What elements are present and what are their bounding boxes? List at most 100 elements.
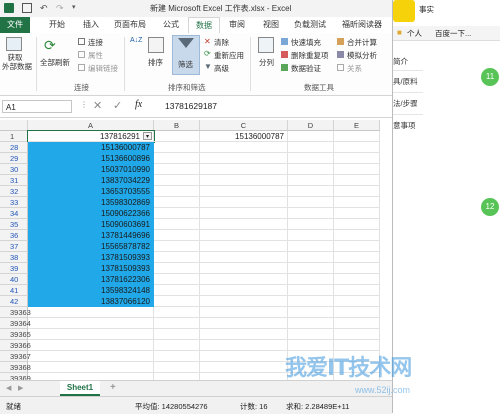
- cell[interactable]: [288, 186, 334, 197]
- cell[interactable]: [28, 362, 154, 373]
- cell[interactable]: [288, 230, 334, 241]
- cell[interactable]: [154, 340, 200, 351]
- row-header[interactable]: 39364: [0, 318, 31, 329]
- row-header[interactable]: 41: [0, 285, 28, 296]
- tab-page-layout[interactable]: 页面布局: [108, 17, 152, 33]
- enter-check-icon[interactable]: ✓: [113, 99, 122, 112]
- edit-links-button[interactable]: 编辑链接: [88, 63, 118, 74]
- cell[interactable]: [154, 263, 200, 274]
- cell-selected[interactable]: 15565878782: [28, 241, 154, 252]
- cell[interactable]: [154, 131, 200, 142]
- cell[interactable]: [334, 186, 380, 197]
- cell[interactable]: [334, 241, 380, 252]
- cell[interactable]: [154, 373, 200, 380]
- cell[interactable]: [200, 296, 288, 307]
- tab-formulas[interactable]: 公式: [156, 17, 186, 33]
- column-header-a[interactable]: A: [28, 120, 154, 131]
- cell[interactable]: [288, 142, 334, 153]
- row-header[interactable]: 39366: [0, 340, 31, 351]
- cell[interactable]: [288, 208, 334, 219]
- row-header[interactable]: 39368: [0, 362, 31, 373]
- cell-selected[interactable]: 13837066120: [28, 296, 154, 307]
- row-header[interactable]: 33: [0, 197, 28, 208]
- flash-fill-button[interactable]: 快速填充: [291, 37, 321, 48]
- tab-load-test[interactable]: 负载测试: [288, 17, 332, 33]
- cell[interactable]: [200, 142, 288, 153]
- worksheet-grid[interactable]: A B C D E 1 137816291 ▾ 15136000787 28 151360…: [0, 120, 392, 380]
- cancel-icon[interactable]: ✕: [93, 99, 102, 112]
- cell[interactable]: [154, 197, 200, 208]
- reapply-button[interactable]: 重新应用: [214, 50, 244, 61]
- clear-button[interactable]: 清除: [214, 37, 229, 48]
- remove-duplicates-button[interactable]: 删除重复项: [291, 50, 329, 61]
- cell[interactable]: [334, 252, 380, 263]
- cell-selected[interactable]: 13781449696: [28, 230, 154, 241]
- row-header[interactable]: 39369: [0, 373, 31, 380]
- insert-function-icon[interactable]: fx: [135, 99, 142, 110]
- cell[interactable]: [288, 318, 334, 329]
- formula-input[interactable]: 13781629187: [165, 101, 217, 111]
- save-icon[interactable]: [22, 3, 32, 13]
- cell[interactable]: [200, 307, 288, 318]
- nav-item-notes[interactable]: 意事项: [393, 120, 416, 131]
- tab-view[interactable]: 视图: [256, 17, 286, 33]
- row-header[interactable]: 39363: [0, 307, 31, 318]
- cell[interactable]: [334, 208, 380, 219]
- cell[interactable]: [334, 142, 380, 153]
- cell[interactable]: [28, 373, 154, 380]
- text-to-columns-button[interactable]: 分列: [259, 57, 274, 68]
- cell-selected[interactable]: 13598324148: [28, 285, 154, 296]
- cell[interactable]: [334, 307, 380, 318]
- cell[interactable]: [200, 197, 288, 208]
- cell[interactable]: [334, 164, 380, 175]
- row-header[interactable]: 40: [0, 274, 28, 285]
- cell-selected[interactable]: 13653703555: [28, 186, 154, 197]
- cell[interactable]: [154, 164, 200, 175]
- cell[interactable]: [200, 186, 288, 197]
- cell[interactable]: [154, 153, 200, 164]
- row-header[interactable]: 32: [0, 186, 28, 197]
- cell[interactable]: [154, 219, 200, 230]
- sort-ascending-button[interactable]: A↓Z: [130, 37, 142, 44]
- filter-dropdown-icon[interactable]: ▾: [143, 132, 152, 140]
- cell[interactable]: [28, 318, 154, 329]
- cell-selected[interactable]: 15136600896: [28, 153, 154, 164]
- cell[interactable]: [200, 318, 288, 329]
- what-if-button[interactable]: 模拟分析: [347, 50, 377, 61]
- cell[interactable]: [200, 285, 288, 296]
- row-header[interactable]: 1: [0, 131, 28, 142]
- tab-review[interactable]: 审阅: [222, 17, 252, 33]
- cell[interactable]: [288, 153, 334, 164]
- select-all-corner[interactable]: [0, 120, 28, 131]
- name-box[interactable]: A1: [2, 100, 72, 113]
- cell[interactable]: [288, 164, 334, 175]
- cell[interactable]: [334, 175, 380, 186]
- relationships-button[interactable]: 关系: [347, 63, 362, 74]
- cell[interactable]: [288, 296, 334, 307]
- cell[interactable]: [154, 318, 200, 329]
- cell[interactable]: [200, 219, 288, 230]
- refresh-all-button[interactable]: 全部刷新: [40, 57, 70, 68]
- properties-button[interactable]: 属性: [88, 50, 103, 61]
- cell[interactable]: [28, 340, 154, 351]
- cell[interactable]: [334, 230, 380, 241]
- cell[interactable]: [200, 362, 288, 373]
- data-validation-button[interactable]: 数据验证: [291, 63, 321, 74]
- cell-selected[interactable]: 13598302869: [28, 197, 154, 208]
- cell[interactable]: [28, 329, 154, 340]
- cell[interactable]: [200, 241, 288, 252]
- sort-button[interactable]: 排序: [148, 57, 163, 68]
- cell[interactable]: [288, 197, 334, 208]
- cell[interactable]: [200, 208, 288, 219]
- cell-a1[interactable]: 137816291 ▾: [27, 130, 155, 143]
- cell[interactable]: [28, 351, 154, 362]
- row-header[interactable]: 34: [0, 208, 28, 219]
- row-header[interactable]: 39365: [0, 329, 31, 340]
- cell[interactable]: [154, 142, 200, 153]
- row-header[interactable]: 31: [0, 175, 28, 186]
- cell[interactable]: [154, 329, 200, 340]
- cell[interactable]: [334, 285, 380, 296]
- tab-insert[interactable]: 插入: [76, 17, 106, 33]
- sheet-tab-sheet1[interactable]: Sheet1: [60, 381, 100, 396]
- nav-item-materials[interactable]: 具/原料: [393, 76, 418, 87]
